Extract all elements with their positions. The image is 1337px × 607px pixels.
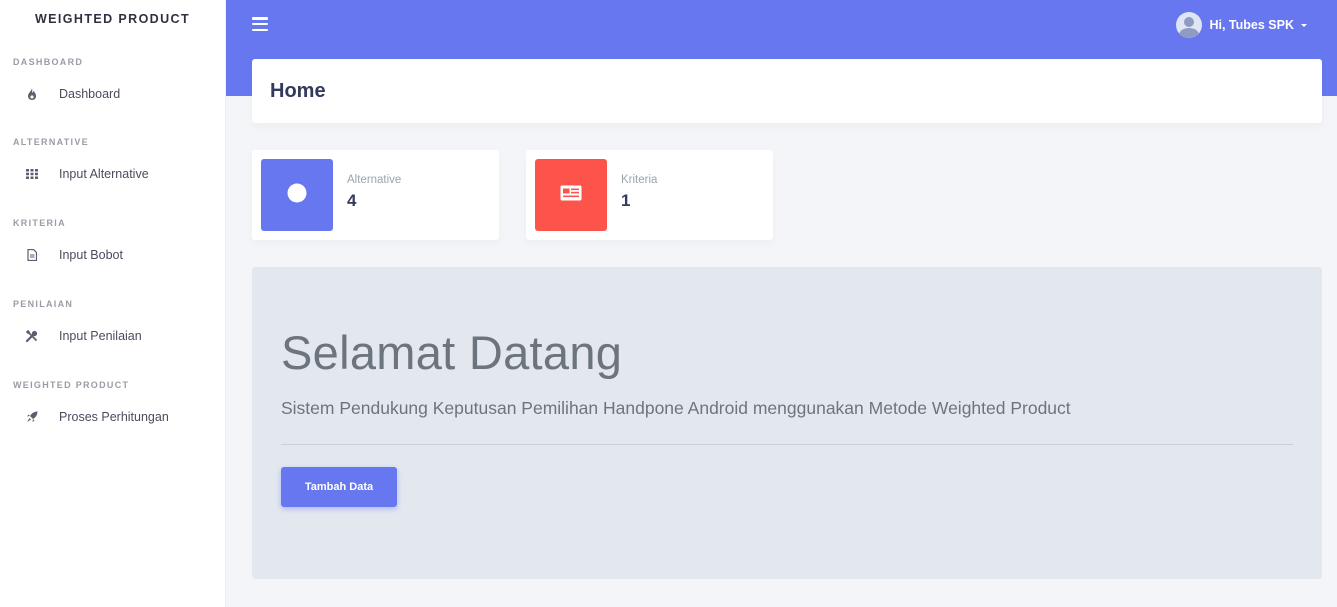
- sidebar-item-input-penilaian[interactable]: Input Penilaian: [0, 315, 225, 357]
- menu-header-alternative: ALTERNATIVE: [13, 137, 89, 147]
- stat-label: Kriteria: [621, 174, 658, 186]
- user-name: Hi, Tubes SPK: [1209, 18, 1294, 32]
- section-header: Home: [252, 59, 1322, 123]
- stat-label: Alternative: [347, 174, 402, 186]
- sidebar-item-label: Input Bobot: [59, 248, 123, 262]
- welcome-heading: Selamat Datang: [281, 326, 623, 379]
- welcome-lead: Sistem Pendukung Keputusan Pemilihan Han…: [281, 398, 1071, 418]
- sidebar-item-label: Input Penilaian: [59, 329, 142, 343]
- file-icon: [26, 248, 38, 262]
- sidebar-item-label: Input Alternative: [59, 167, 149, 181]
- stat-card-kriteria: Kriteria 1: [526, 150, 773, 240]
- menu-header-penilaian: PENILAIAN: [13, 299, 74, 309]
- newspaper-icon: [560, 185, 582, 206]
- tambah-data-button[interactable]: Tambah Data: [281, 467, 397, 507]
- sidebar-item-input-bobot[interactable]: Input Bobot: [0, 234, 225, 276]
- stat-value: 4: [347, 191, 357, 210]
- rocket-icon: [26, 410, 38, 424]
- sidebar-item-label: Proses Perhitungan: [59, 410, 169, 424]
- welcome-jumbotron: Selamat Datang Sistem Pendukung Keputusa…: [252, 267, 1322, 579]
- user-dropdown[interactable]: Hi, Tubes SPK: [1176, 12, 1307, 38]
- page-title: Home: [270, 79, 326, 102]
- stat-value: 1: [621, 191, 631, 210]
- stat-icon-box: [535, 159, 607, 231]
- stat-icon-box: [261, 159, 333, 231]
- sidebar-item-dashboard[interactable]: Dashboard: [0, 73, 225, 115]
- caret-down-icon: [1301, 23, 1307, 27]
- menu-toggle-icon[interactable]: [252, 17, 268, 31]
- circle-icon: [287, 183, 307, 208]
- stat-card-alternative: Alternative 4: [252, 150, 499, 240]
- sidebar: WEIGHTED PRODUCT DASHBOARD Dashboard ALT…: [0, 0, 226, 607]
- grid-icon: [26, 167, 38, 181]
- menu-header-dashboard: DASHBOARD: [13, 57, 84, 67]
- sidebar-brand[interactable]: WEIGHTED PRODUCT: [0, 0, 225, 40]
- divider: [281, 444, 1293, 445]
- fire-icon: [26, 87, 38, 101]
- sidebar-item-label: Dashboard: [59, 87, 121, 101]
- menu-header-kriteria: KRITERIA: [13, 218, 66, 228]
- sidebar-item-input-alternative[interactable]: Input Alternative: [0, 153, 225, 195]
- sidebar-item-proses-perhitungan[interactable]: Proses Perhitungan: [0, 396, 225, 438]
- tools-icon: [26, 329, 38, 343]
- avatar: [1176, 12, 1203, 38]
- menu-header-weighted-product: WEIGHTED PRODUCT: [13, 380, 130, 390]
